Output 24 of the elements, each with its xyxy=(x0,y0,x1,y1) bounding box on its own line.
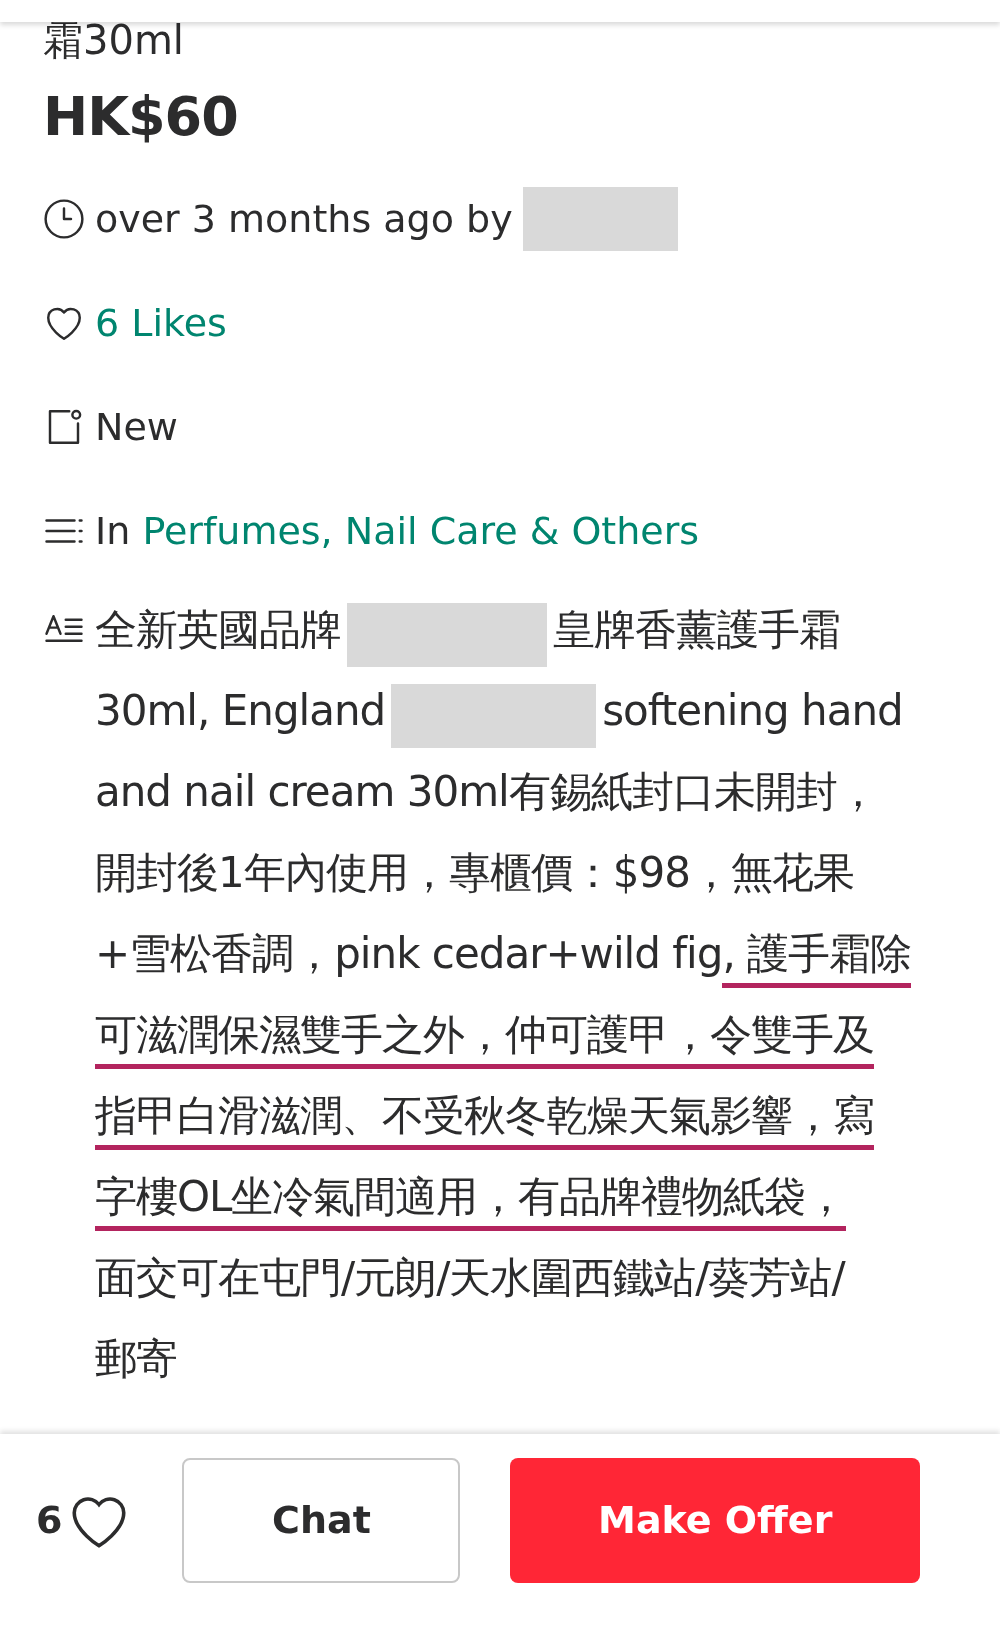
description-text: 面交可在屯門/元朗/天水圍西鐵站/葵芳站/ xyxy=(95,1252,845,1304)
description-text: 字樓OL坐冷氣間適用，有品牌禮物紙袋， xyxy=(95,1171,847,1232)
category-link[interactable]: Perfumes, Nail Care & Others xyxy=(142,508,700,553)
description-text: softening hand xyxy=(602,685,903,737)
price: HK$60 xyxy=(43,84,239,150)
description-text: 指甲白滑滋潤、不受秋冬乾燥天氣影響，寫 xyxy=(95,1090,874,1151)
chat-button[interactable]: Chat xyxy=(182,1458,461,1583)
likes-link[interactable]: 6 Likes xyxy=(95,294,227,352)
make-offer-button[interactable]: Make Offer xyxy=(510,1458,920,1583)
description-text: and nail cream 30ml有錫紙封口未開封， xyxy=(95,766,878,818)
description-text: +雪松香調，pink cedar+wild fig xyxy=(95,928,723,980)
product-title: 霜30ml xyxy=(43,18,185,62)
description-text: 皇牌香薰護手霜 xyxy=(553,604,840,656)
like-count: 6 xyxy=(36,1497,63,1544)
description-text: 30ml, England xyxy=(95,685,386,737)
description-text: 全新英國品牌 xyxy=(95,604,341,656)
description-text: , 護手霜除 xyxy=(722,928,912,989)
description-text: 開封後1年內使用，專櫃價：$98，無花果 xyxy=(95,847,854,899)
description-text: 郵寄 xyxy=(95,1333,177,1385)
category-label: In xyxy=(95,508,131,553)
clock-icon xyxy=(43,198,85,240)
posted-text: over 3 months ago by xyxy=(95,195,513,243)
description-text: 可滋潤保濕雙手之外，仲可護甲，令雙手及 xyxy=(95,1009,874,1070)
condition-text: New xyxy=(95,403,178,451)
